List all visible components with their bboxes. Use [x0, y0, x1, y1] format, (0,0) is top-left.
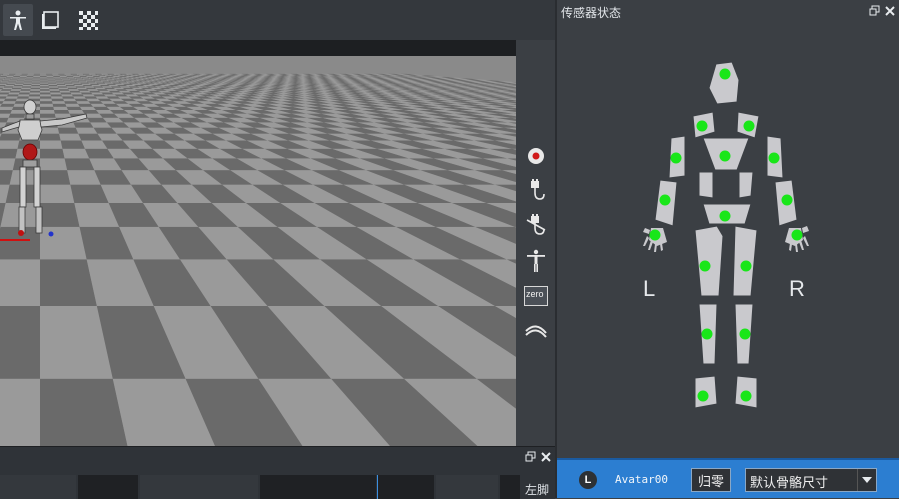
right-thigh-sensor-dot[interactable]	[741, 261, 752, 272]
record-icon	[526, 146, 546, 166]
skeleton-size-value: 默认骨骼尺寸	[750, 472, 828, 491]
skeleton-size-select[interactable]: 默认骨骼尺寸	[745, 468, 877, 492]
left-upperarm-sensor-dot[interactable]	[671, 153, 682, 164]
left-torso-segment	[699, 172, 713, 198]
float-panel-button[interactable]	[869, 5, 880, 16]
left-shin-sensor-dot[interactable]	[702, 329, 713, 340]
restore-icon	[869, 5, 880, 16]
chevron-down-icon	[857, 469, 876, 491]
close-icon	[541, 452, 551, 462]
float-panel-button[interactable]	[525, 451, 536, 462]
checkerboard-button[interactable]	[73, 4, 103, 36]
left-thigh-segment	[695, 226, 723, 296]
3d-viewport[interactable]	[0, 56, 516, 446]
connect-button[interactable]	[523, 178, 549, 204]
avatar-figure[interactable]	[0, 94, 95, 244]
timeline-segment	[436, 475, 498, 499]
close-panel-button[interactable]	[540, 451, 551, 462]
right-side-label: R	[789, 276, 805, 302]
restore-icon	[525, 451, 536, 462]
disconnect-button[interactable]	[523, 213, 549, 239]
timeline-segment	[78, 475, 138, 499]
right-torso-segment	[739, 172, 753, 198]
connect-plug-icon	[525, 179, 547, 203]
timeline-segment	[0, 475, 76, 499]
figure-icon	[7, 9, 29, 31]
avatar-statusbar: L Avatar00 归零 默认骨骼尺寸	[557, 458, 899, 498]
left-hand-sensor-dot[interactable]	[650, 230, 661, 241]
left-foot-sensor-dot[interactable]	[698, 391, 709, 402]
single-window-button[interactable]	[36, 4, 66, 36]
timeline-segment	[378, 475, 434, 499]
disconnect-plug-icon	[525, 214, 547, 238]
single-window-icon	[41, 10, 61, 30]
viewport-side-toolbar: zero	[516, 40, 556, 446]
foot-label: 左脚	[525, 481, 549, 498]
panel-title: 传感器状态	[561, 4, 621, 21]
figure-view-button[interactable]	[3, 4, 33, 36]
chest-sensor-dot[interactable]	[720, 151, 731, 162]
record-button[interactable]	[523, 143, 549, 169]
timeline-segment	[500, 475, 520, 499]
head-sensor-dot[interactable]	[720, 69, 731, 80]
sensor-status-panel: 传感器状态	[555, 0, 899, 498]
right-shin-sensor-dot[interactable]	[740, 329, 751, 340]
left-thigh-sensor-dot[interactable]	[700, 261, 711, 272]
right-upperarm-sensor-dot[interactable]	[769, 153, 780, 164]
right-forearm-sensor-dot[interactable]	[782, 195, 793, 206]
viewport-header-bar	[0, 40, 516, 56]
body-sensor-map	[633, 58, 823, 413]
close-panel-button[interactable]	[884, 5, 895, 16]
left-shoulder-sensor-dot[interactable]	[697, 121, 708, 132]
pelvis-sensor-dot[interactable]	[720, 211, 731, 222]
zero-calibrate-button[interactable]: 归零	[691, 468, 731, 492]
left-forearm-sensor-dot[interactable]	[660, 195, 671, 206]
t-pose-icon	[526, 249, 546, 273]
timeline-segment	[140, 475, 258, 499]
viewport-toolbar	[0, 0, 555, 40]
checkerboard-icon	[77, 9, 99, 31]
t-pose-button[interactable]	[523, 248, 549, 274]
side-badge[interactable]: L	[579, 471, 597, 489]
right-shoulder-sensor-dot[interactable]	[744, 121, 755, 132]
timeline-segment	[260, 475, 376, 499]
layers-icon	[524, 321, 548, 341]
head-segment	[709, 62, 739, 104]
right-hand-sensor-dot[interactable]	[792, 230, 803, 241]
close-icon	[885, 6, 895, 16]
avatar-name: Avatar00	[615, 473, 668, 486]
layers-button[interactable]	[523, 318, 549, 344]
zero-label: zero	[526, 289, 544, 299]
right-foot-sensor-dot[interactable]	[741, 391, 752, 402]
left-side-label: L	[643, 276, 655, 302]
zero-button[interactable]: zero	[523, 283, 549, 309]
timeline-panel: 左脚	[0, 446, 555, 499]
